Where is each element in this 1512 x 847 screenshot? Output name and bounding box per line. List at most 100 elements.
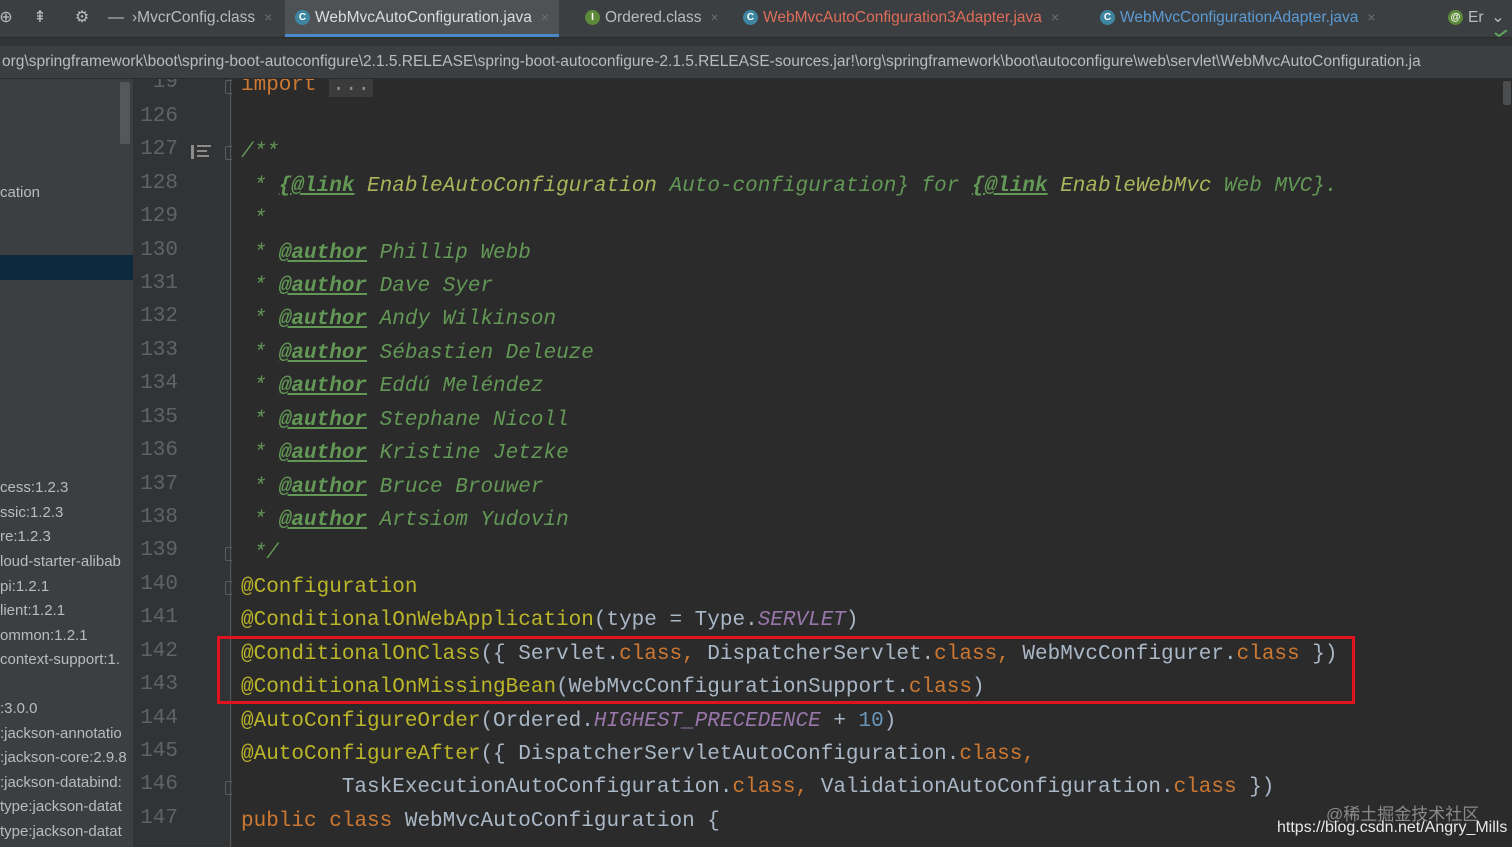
tab-webmvc-autoconfiguration[interactable]: C WebMvcAutoConfiguration.java ×	[285, 0, 560, 37]
doc-author-tag: @author	[278, 308, 368, 331]
code-line: public class WebMvcAutoConfiguration {	[241, 807, 720, 837]
doc-author-tag: @author	[278, 242, 368, 265]
interface-icon: I	[585, 9, 600, 25]
tree-item[interactable]: ommon:1.2.1	[0, 627, 88, 644]
tree-item[interactable]: cess:1.2.3	[0, 479, 68, 496]
author-name: Stephane Nicoll	[379, 409, 569, 432]
code-line: @AutoConfigureAfter({ DispatcherServletA…	[241, 740, 1035, 770]
tree-item[interactable]: ssic:1.2.3	[0, 504, 63, 521]
minimize-icon[interactable]: —	[106, 8, 126, 28]
author-name: Kristine Jetzke	[379, 442, 569, 465]
tree-item[interactable]: loud-starter-alibab	[0, 553, 121, 570]
tree-item[interactable]: context-support:1.	[0, 651, 120, 668]
chevron-down-icon[interactable]: ⌄	[1488, 8, 1508, 28]
code-line: * @author Eddú Meléndez	[241, 372, 544, 402]
line-number: 134	[140, 372, 178, 395]
tree-item[interactable]: :3.0.0	[0, 700, 38, 717]
java-class-icon: C	[295, 9, 310, 25]
tree-item[interactable]: :jackson-core:2.9.8	[0, 749, 127, 766]
line-number: 147	[140, 807, 178, 830]
line-number: 141	[140, 606, 178, 629]
tree-item[interactable]: :jackson-databind:	[0, 774, 122, 791]
project-tree[interactable]: cation cess:1.2.3 ssic:1.2.3 re:1.2.3 lo…	[0, 79, 133, 847]
line-number: 127	[140, 138, 178, 161]
doc-author-tag: @author	[278, 375, 368, 398]
file-path: org\springframework\boot\spring-boot-aut…	[2, 53, 1421, 70]
folded-region[interactable]: ...	[329, 79, 374, 97]
tree-item[interactable]: cation	[0, 184, 40, 201]
close-icon[interactable]: ×	[264, 0, 272, 35]
doc-link-target[interactable]: EnableAutoConfiguration	[367, 175, 657, 198]
doc-star: *	[241, 409, 279, 432]
keyword-class: class	[1173, 776, 1237, 799]
editor-tab-bar: ⊕ ⇞ ⚙ — ›MvcrConfig.class × C WebMvcAuto…	[0, 0, 1512, 38]
tree-item[interactable]: pi:1.2.1	[0, 578, 49, 595]
keyword-public: public	[241, 810, 317, 833]
class-declaration: WebMvcAutoConfiguration {	[392, 810, 720, 833]
close-icon[interactable]: ×	[1051, 0, 1059, 35]
scrollbar-thumb[interactable]	[1503, 81, 1511, 105]
tree-item[interactable]: re:1.2.3	[0, 528, 51, 545]
doc-space	[367, 409, 380, 432]
tab-webmvc-configuration-adapter[interactable]: C WebMvcConfigurationAdapter.java ×	[1100, 0, 1376, 34]
tree-item[interactable]: :jackson-annotatio	[0, 725, 122, 742]
java-class-icon: C	[1100, 9, 1115, 25]
code-editor[interactable]: import ... /** * {@link EnableAutoConfig…	[232, 79, 1502, 847]
doc-space	[367, 509, 380, 532]
java-class-icon: C	[743, 9, 758, 25]
number-literal: 10	[858, 710, 884, 733]
tab-label: Ordered.class	[605, 8, 702, 26]
line-number: 139	[140, 539, 178, 562]
code-text: +	[820, 710, 859, 733]
close-icon[interactable]: ×	[710, 0, 718, 35]
tree-item[interactable]: type:jackson-datat	[0, 823, 122, 840]
gear-icon[interactable]: ⚙	[72, 8, 92, 28]
tab-label: WebMvcAutoConfiguration3Adapter.java	[763, 8, 1042, 26]
author-name: Sébastien Deleuze	[379, 342, 594, 365]
code-line: *	[241, 205, 267, 235]
target-icon[interactable]: ⊕	[0, 8, 16, 28]
collapse-icon[interactable]: ⇞	[30, 8, 50, 28]
doc-star: *	[241, 242, 279, 265]
close-icon[interactable]: ×	[1367, 0, 1375, 35]
doc-link-tag: {@link	[971, 175, 1048, 198]
line-number: 144	[140, 707, 178, 730]
author-name: Dave Syer	[379, 275, 494, 298]
tree-selected-row[interactable]	[0, 255, 133, 280]
tree-item[interactable]: lient:1.2.1	[0, 602, 65, 619]
tab-webmvc-autoconfiguration3-adapter[interactable]: C WebMvcAutoConfiguration3Adapter.java ×	[743, 0, 1059, 34]
line-number: 129	[140, 205, 178, 228]
doc-text: Web MVC}.	[1211, 175, 1338, 198]
tab-separator	[0, 38, 1512, 46]
code-line: @Configuration	[241, 573, 417, 603]
tab-label: Er	[1468, 8, 1484, 26]
doc-space	[367, 275, 380, 298]
tab-ordered[interactable]: I Ordered.class ×	[585, 0, 719, 34]
file-path-bar: org\springframework\boot\spring-boot-aut…	[0, 46, 1512, 79]
tree-scrollbar[interactable]	[120, 82, 130, 144]
code-line: * @author Andy Wilkinson	[241, 305, 556, 335]
close-icon[interactable]: ×	[541, 0, 549, 35]
line-number: 132	[140, 305, 178, 328]
code-line: @AutoConfigureOrder(Ordered.HIGHEST_PREC…	[241, 707, 896, 737]
doc-author-tag: @author	[278, 442, 368, 465]
doc-star: *	[241, 208, 267, 231]
author-name: Bruce Brouwer	[379, 476, 544, 499]
rendered-doc-icon[interactable]	[191, 144, 211, 160]
doc-link-target[interactable]: EnableWebMvc	[1060, 175, 1211, 198]
line-number: 128	[140, 172, 178, 195]
author-name: Artsiom Yudovin	[379, 509, 569, 532]
doc-space	[367, 442, 380, 465]
code-text: })	[1236, 776, 1275, 799]
annotation-auto-configure-order: @AutoConfigureOrder	[241, 710, 481, 733]
code-line: TaskExecutionAutoConfiguration.class, Va…	[241, 773, 1275, 803]
doc-link-tag: {@link	[278, 175, 355, 198]
code-text: TaskExecutionAutoConfiguration.	[241, 776, 733, 799]
doc-space	[367, 308, 380, 331]
editor-scrollbar[interactable]	[1502, 79, 1512, 847]
doc-star: *	[241, 175, 279, 198]
tree-item[interactable]: type:jackson-datat	[0, 798, 122, 815]
tab-mvc-config[interactable]: ›MvcrConfig.class ×	[132, 0, 272, 34]
code-text: ValidationAutoConfiguration.	[808, 776, 1174, 799]
tab-er[interactable]: @ Er	[1448, 0, 1484, 34]
